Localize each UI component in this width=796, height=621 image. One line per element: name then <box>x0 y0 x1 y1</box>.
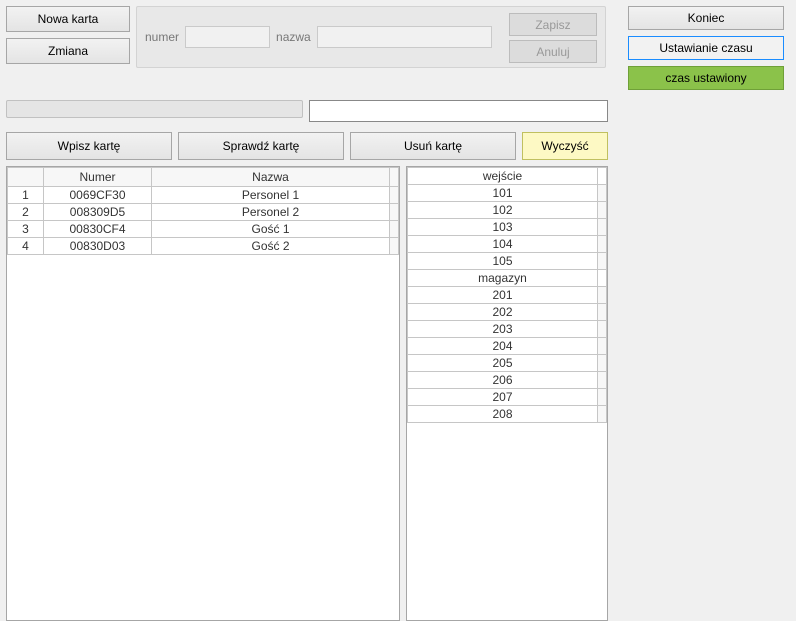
cell-index: 3 <box>8 221 44 238</box>
cell-index: 1 <box>8 187 44 204</box>
nazwa-input[interactable] <box>317 26 492 48</box>
cell-spacer <box>598 389 607 406</box>
table-row[interactable]: 300830CF4Gość 1 <box>8 221 399 238</box>
item-value: 207 <box>408 389 598 406</box>
list-item[interactable]: 102 <box>408 202 607 219</box>
save-button: Zapisz <box>509 13 597 36</box>
cell-nazwa: Gość 2 <box>152 238 390 255</box>
item-value: 205 <box>408 355 598 372</box>
write-card-button[interactable]: Wpisz kartę <box>6 132 172 160</box>
form-panel: numer nazwa Zapisz Anuluj <box>136 6 606 68</box>
cell-nazwa: Personel 1 <box>152 187 390 204</box>
cell-numer: 00830CF4 <box>44 221 152 238</box>
list-item[interactable]: 206 <box>408 372 607 389</box>
numer-input[interactable] <box>185 26 270 48</box>
cell-spacer <box>598 304 607 321</box>
list-item[interactable]: 204 <box>408 338 607 355</box>
item-value: 204 <box>408 338 598 355</box>
cell-spacer <box>598 236 607 253</box>
item-value: 202 <box>408 304 598 321</box>
item-value: 105 <box>408 253 598 270</box>
check-card-button[interactable]: Sprawdź kartę <box>178 132 344 160</box>
group-header[interactable]: magazyn <box>408 270 607 287</box>
group-header[interactable]: wejście <box>408 168 607 185</box>
cancel-button: Anuluj <box>509 40 597 63</box>
cell-numer: 008309D5 <box>44 204 152 221</box>
progress-row <box>6 100 608 122</box>
item-value: 101 <box>408 185 598 202</box>
cell-spacer <box>598 355 607 372</box>
list-item[interactable]: 201 <box>408 287 607 304</box>
list-item[interactable]: 101 <box>408 185 607 202</box>
item-value: 203 <box>408 321 598 338</box>
item-value: 102 <box>408 202 598 219</box>
top-area: Nowa karta Zmiana numer nazwa Zapisz Anu… <box>6 6 790 90</box>
cell-spacer <box>598 372 607 389</box>
cell-numer: 00830D03 <box>44 238 152 255</box>
delete-card-button[interactable]: Usuń kartę <box>350 132 516 160</box>
col-index <box>8 168 44 187</box>
content-row: Numer Nazwa 10069CF30Personel 12008309D5… <box>6 166 608 621</box>
col-numer: Numer <box>44 168 152 187</box>
cell-index: 4 <box>8 238 44 255</box>
item-value: 103 <box>408 219 598 236</box>
cell-spacer <box>390 187 399 204</box>
cell-spacer <box>390 221 399 238</box>
time-set-status: czas ustawiony <box>628 66 784 90</box>
item-value: 104 <box>408 236 598 253</box>
cell-spacer <box>598 219 607 236</box>
search-input[interactable] <box>309 100 608 122</box>
cell-nazwa: Personel 2 <box>152 204 390 221</box>
group-name: wejście <box>408 168 598 185</box>
close-button[interactable]: Koniec <box>628 6 784 30</box>
list-item[interactable]: 207 <box>408 389 607 406</box>
col-nazwa: Nazwa <box>152 168 390 187</box>
cell-spacer <box>598 253 607 270</box>
cell-index: 2 <box>8 204 44 221</box>
group-name: magazyn <box>408 270 598 287</box>
action-row: Wpisz kartę Sprawdź kartę Usuń kartę Wyc… <box>6 132 608 160</box>
new-card-button[interactable]: Nowa karta <box>6 6 130 32</box>
set-time-button[interactable]: Ustawianie czasu <box>628 36 784 60</box>
numer-label: numer <box>145 30 179 44</box>
right-column: Koniec Ustawianie czasu czas ustawiony <box>628 6 784 90</box>
list-item[interactable]: 103 <box>408 219 607 236</box>
table-row[interactable]: 400830D03Gość 2 <box>8 238 399 255</box>
change-button[interactable]: Zmiana <box>6 38 130 64</box>
cell-spacer <box>598 406 607 423</box>
locations-table[interactable]: wejście101102103104105magazyn20120220320… <box>406 166 608 621</box>
nazwa-label: nazwa <box>276 30 311 44</box>
cell-spacer <box>598 270 607 287</box>
cell-spacer <box>390 238 399 255</box>
item-value: 208 <box>408 406 598 423</box>
item-value: 201 <box>408 287 598 304</box>
list-item[interactable]: 105 <box>408 253 607 270</box>
progress-bar <box>6 100 303 118</box>
cell-spacer <box>598 202 607 219</box>
cell-spacer <box>598 338 607 355</box>
clear-button[interactable]: Wyczyść <box>522 132 608 160</box>
list-item[interactable]: 203 <box>408 321 607 338</box>
cards-table[interactable]: Numer Nazwa 10069CF30Personel 12008309D5… <box>6 166 400 621</box>
cell-spacer <box>390 204 399 221</box>
list-item[interactable]: 205 <box>408 355 607 372</box>
list-item[interactable]: 202 <box>408 304 607 321</box>
cell-spacer <box>598 287 607 304</box>
cell-spacer <box>598 168 607 185</box>
list-item[interactable]: 208 <box>408 406 607 423</box>
spacer <box>612 6 622 90</box>
cell-spacer <box>598 185 607 202</box>
list-item[interactable]: 104 <box>408 236 607 253</box>
cell-nazwa: Gość 1 <box>152 221 390 238</box>
save-column: Zapisz Anuluj <box>509 13 597 63</box>
table-row[interactable]: 10069CF30Personel 1 <box>8 187 399 204</box>
col-spacer <box>390 168 399 187</box>
table-row[interactable]: 2008309D5Personel 2 <box>8 204 399 221</box>
cell-spacer <box>598 321 607 338</box>
item-value: 206 <box>408 372 598 389</box>
left-button-column: Nowa karta Zmiana <box>6 6 130 90</box>
cell-numer: 0069CF30 <box>44 187 152 204</box>
